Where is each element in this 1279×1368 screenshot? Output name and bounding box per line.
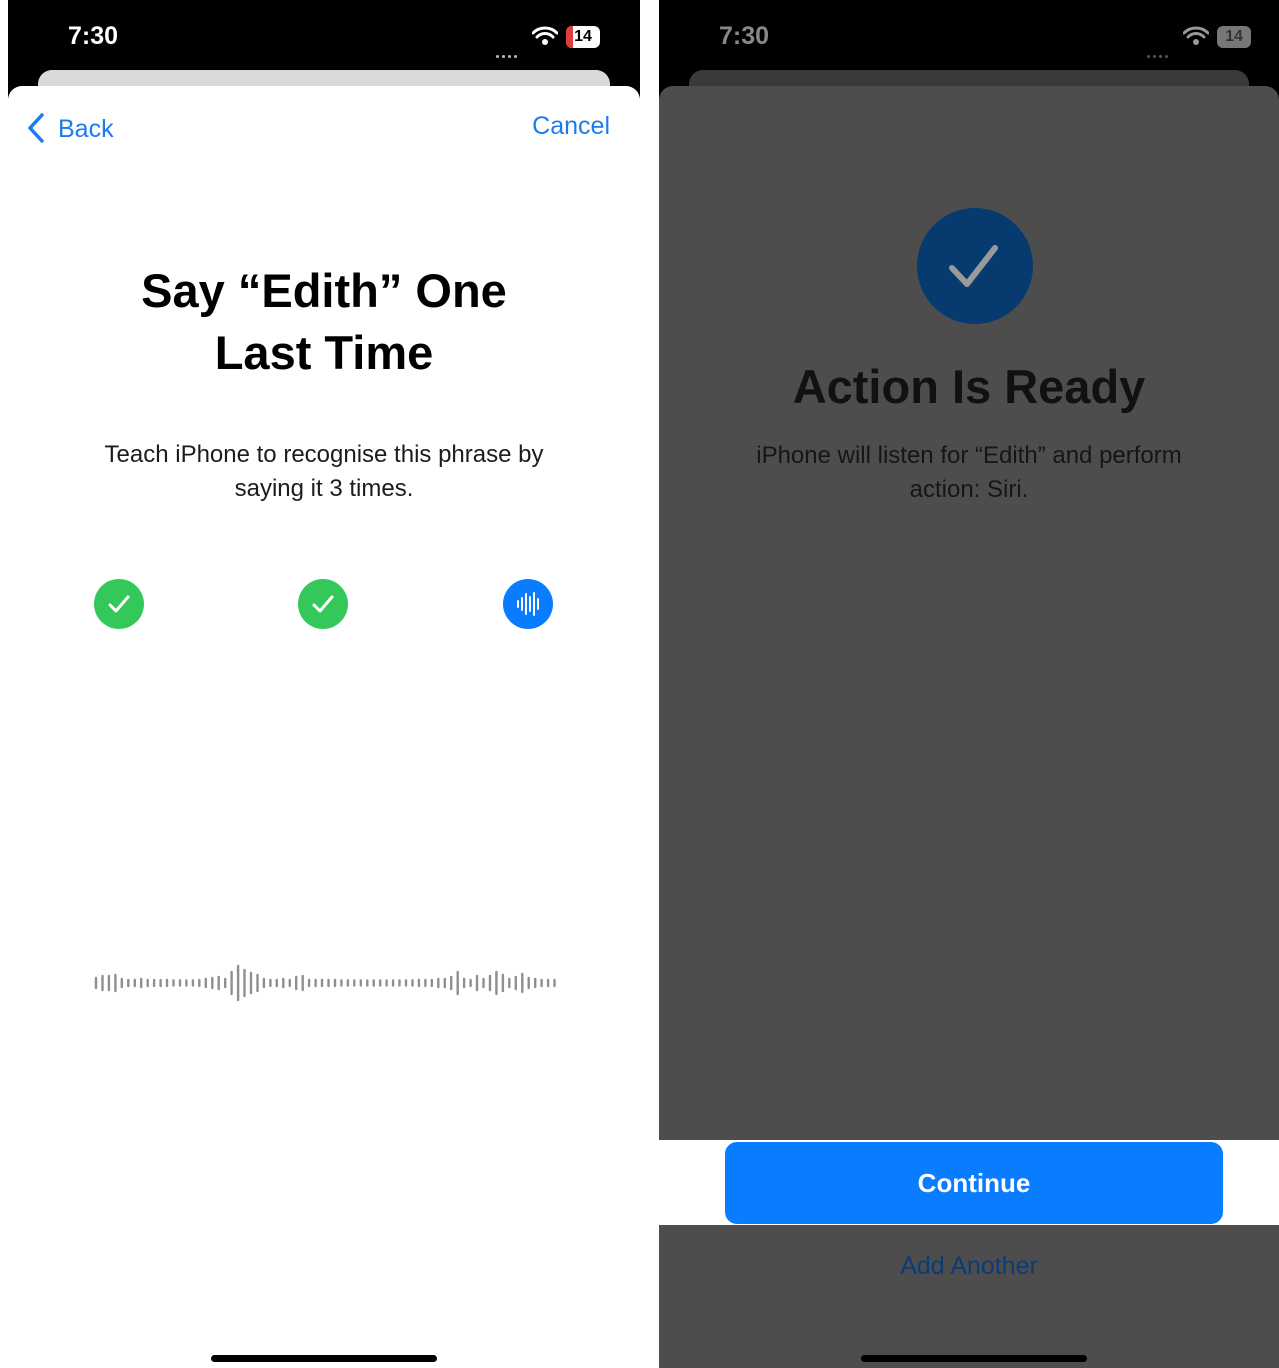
checkmark-icon [949,245,998,287]
status-time: 7:30 [719,22,770,50]
home-indicator [211,1355,437,1362]
back-label: Back [58,115,114,143]
audio-waveform [94,964,556,1002]
page-title: Action Is Ready [792,360,1146,413]
back-button[interactable]: Back [26,112,114,144]
chevron-left-icon [28,113,44,143]
phone-screen-confirmation: 7:30 14 Action Is Ready iPhone will list… [659,0,1279,1368]
page-title: Say “Edith” One Last Time [8,260,640,384]
battery-icon: 14 [566,26,600,48]
battery-level: 14 [1225,28,1243,45]
checkmark-icon [108,595,130,613]
signal-icon [496,40,522,58]
add-another-button[interactable]: Add Another [659,1252,1279,1281]
progress-step-2-complete [298,579,348,629]
signal-icon [1147,40,1173,58]
wifi-icon [532,26,558,45]
phone-screen-training: 7:30 14 Back Cancel Say “Edith” One Last… [8,0,640,1368]
status-bar: 7:30 14 [8,0,640,72]
confirmation-text: iPhone will listen for “Edith” and perfo… [756,442,1182,503]
instruction-text: Teach iPhone to recognise this phrase by… [104,441,544,502]
title-line-1: Say “Edith” One [141,264,507,317]
progress-step-1-complete [94,579,144,629]
cancel-button[interactable]: Cancel [532,112,610,141]
home-indicator [861,1355,1087,1362]
status-time: 7:30 [68,22,119,50]
status-bar: 7:30 14 [659,0,1279,72]
success-check-badge [917,208,1033,324]
wifi-icon [1183,26,1209,45]
waveform-icon [517,592,539,616]
battery-icon: 14 [1217,26,1251,48]
progress-step-3-listening [503,579,553,629]
continue-button[interactable]: Continue [725,1142,1223,1224]
battery-level: 14 [574,28,592,45]
checkmark-icon [312,595,334,613]
title-line-2: Last Time [214,326,434,379]
